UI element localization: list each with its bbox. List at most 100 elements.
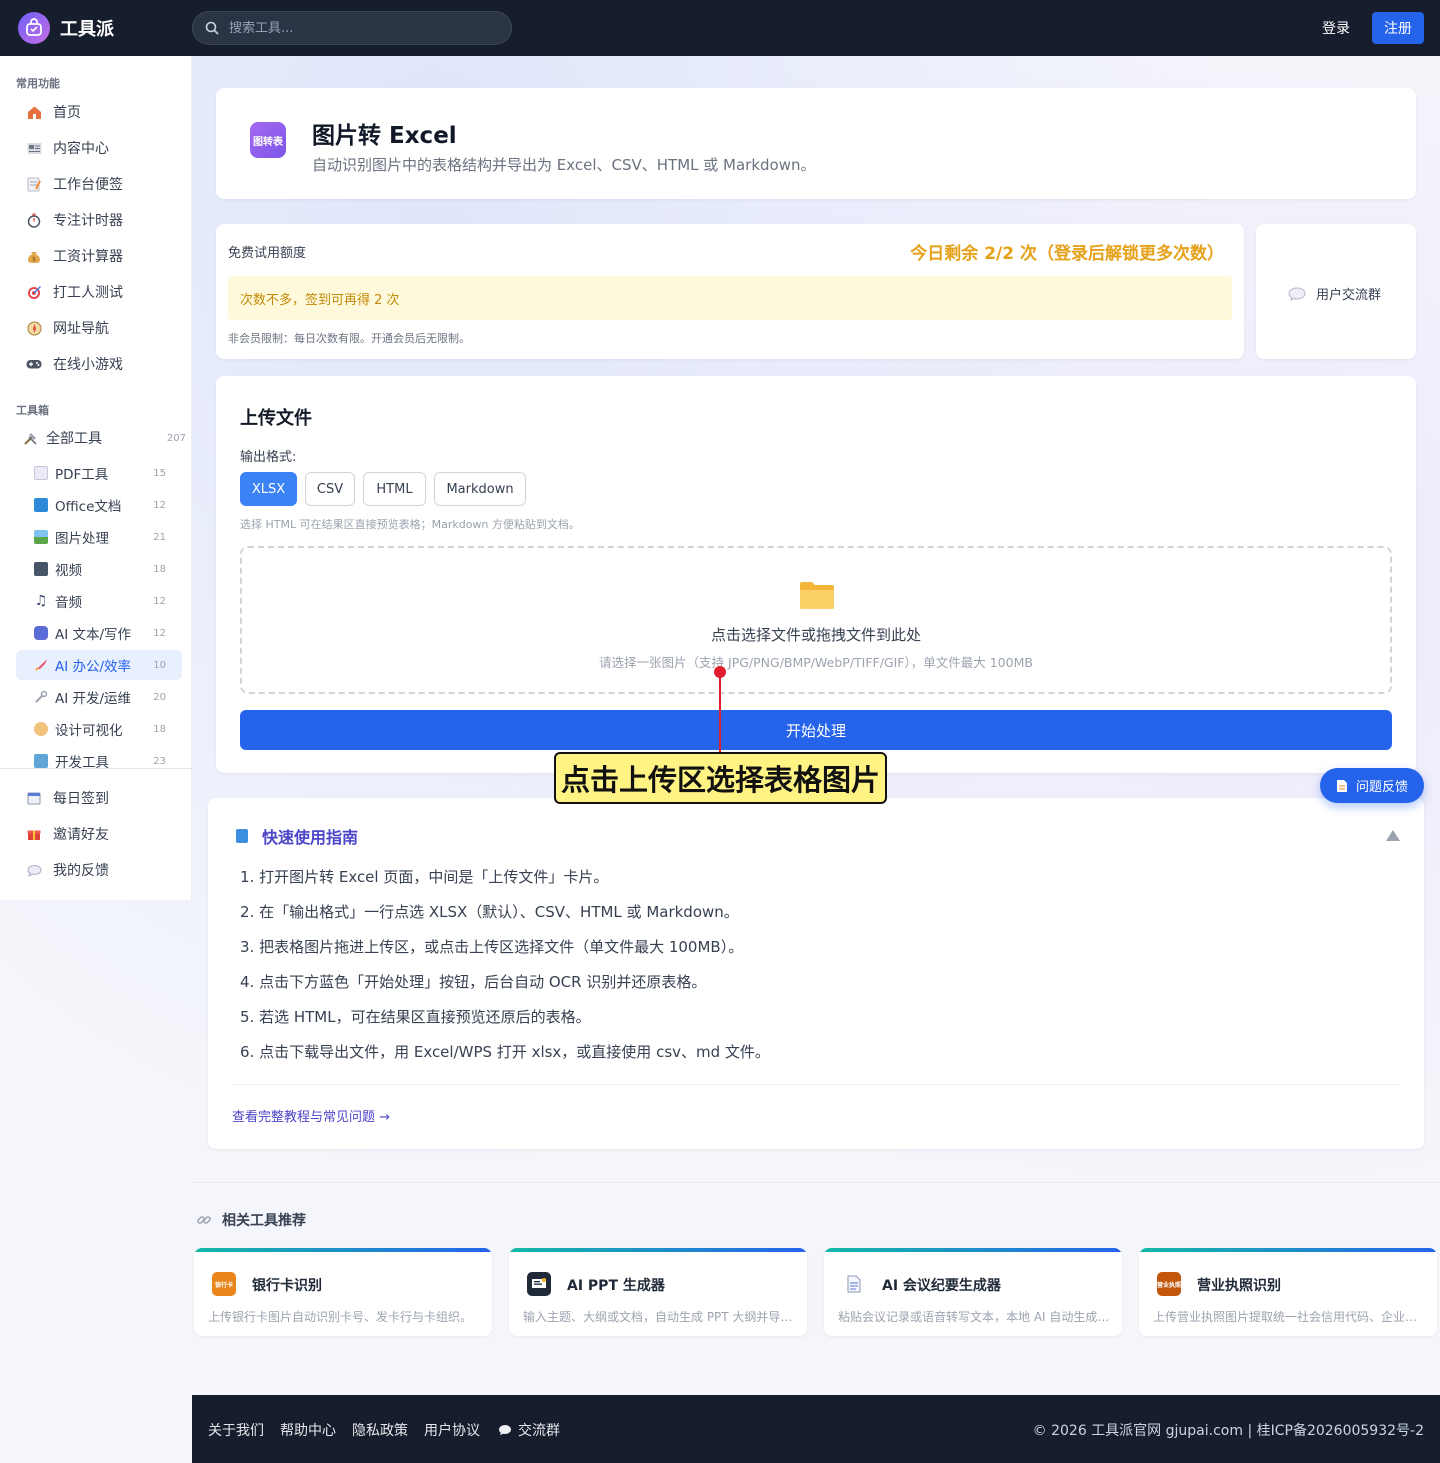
dropzone-hint: 请选择一张图片（支持 JPG/PNG/BMP/WebP/TIFF/GIF），单文… (599, 655, 1033, 670)
category-ai-office[interactable]: AI 办公/效率 10 (16, 650, 182, 680)
category-ai-dev[interactable]: AI 开发/运维 20 (16, 682, 182, 712)
search-box[interactable] (192, 11, 512, 45)
bank-card-icon: 银行卡 (212, 1272, 236, 1296)
category-count: 12 (153, 499, 166, 511)
sidebar-item-content[interactable]: 内容中心 (16, 132, 182, 164)
sidebar-item-games[interactable]: 在线小游戏 (16, 348, 182, 380)
gift-icon (26, 826, 42, 842)
category-ai-writing[interactable]: AI 文本/写作 12 (16, 618, 182, 648)
format-markdown-button[interactable]: Markdown (434, 472, 526, 506)
sidebar-section-common: 常用功能 (16, 77, 60, 90)
annotation-pointer-line (719, 672, 721, 752)
category-pdf[interactable]: PDF工具 15 (16, 458, 182, 488)
user-group-card[interactable]: 用户交流群 (1256, 224, 1416, 359)
card-accent-bar (824, 1248, 1122, 1252)
wrench-icon (34, 690, 48, 704)
category-label: 音频 (55, 595, 82, 611)
picture-icon (34, 530, 48, 544)
speech-bubble-icon (26, 862, 42, 878)
footer-copyright: © 2026 工具派官网 gjupai.com | 桂ICP备202600593… (1032, 1423, 1424, 1439)
footer-about-link[interactable]: 关于我们 (208, 1420, 264, 1440)
sidebar-item-all-tools[interactable]: 全部工具 207 (16, 422, 186, 454)
brand-name[interactable]: 工具派 (60, 15, 114, 41)
sidebar-item-timer[interactable]: 专注计时器 (16, 204, 182, 236)
pdf-icon (34, 466, 48, 480)
related-title-text: 相关工具推荐 (222, 1213, 306, 1229)
sidebar-section-toolbox: 工具箱 (16, 404, 49, 417)
footer-terms-link[interactable]: 用户协议 (424, 1420, 480, 1440)
feedback-button[interactable]: 问题反馈 (1320, 768, 1424, 803)
sidebar-item-label: 内容中心 (53, 141, 109, 157)
book-icon (34, 498, 48, 512)
start-button[interactable]: 开始处理 (240, 710, 1392, 750)
sidebar: 常用功能 首页 内容中心 工作台便签 专注计时器 $ 工资计算器 打工人测试 网址… (0, 56, 192, 900)
sidebar-item-label: 专注计时器 (53, 213, 123, 229)
collapse-arrow-icon[interactable] (1386, 830, 1400, 841)
monitor-icon (34, 754, 48, 768)
quota-warning: 次数不多，签到可再得 2 次 (228, 276, 1232, 320)
category-design[interactable]: 设计可视化 18 (16, 714, 182, 744)
related-card-business-license[interactable]: 营业执照 营业执照识别 上传营业执照图片提取统一社会信用代码、企业名称等信息。 (1139, 1248, 1437, 1336)
quota-label: 免费试用额度 (228, 246, 307, 261)
sidebar-item-home[interactable]: 首页 (16, 96, 182, 128)
category-office[interactable]: Office文档 12 (16, 490, 182, 520)
category-audio[interactable]: ♫ 音频 12 (16, 586, 182, 616)
footer-help-link[interactable]: 帮助中心 (280, 1420, 336, 1440)
logo-icon[interactable] (18, 12, 50, 44)
presentation-icon (527, 1272, 551, 1296)
stopwatch-icon (26, 212, 42, 228)
related-card-ai-ppt[interactable]: AI PPT 生成器 输入主题、大纲或文档，自动生成 PPT 大纲并导出演示文稿… (509, 1248, 807, 1336)
feedback-icon (1336, 779, 1348, 793)
sidebar-item-memo[interactable]: 工作台便签 (16, 168, 182, 200)
upload-dropzone[interactable]: 点击选择文件或拖拽文件到此处 请选择一张图片（支持 JPG/PNG/BMP/We… (240, 546, 1392, 694)
feedback-label: 问题反馈 (1355, 780, 1408, 795)
search-input[interactable] (229, 20, 489, 36)
user-group-link[interactable]: 用户交流群 (1288, 284, 1381, 303)
format-csv-button[interactable]: CSV (305, 472, 355, 506)
register-button[interactable]: 注册 (1372, 12, 1424, 44)
format-html-button[interactable]: HTML (363, 472, 426, 506)
category-video[interactable]: 视频 18 (16, 554, 182, 584)
home-icon (26, 104, 42, 120)
dropzone-main-text: 点击选择文件或拖拽文件到此处 (710, 626, 921, 644)
format-label: 输出格式: (240, 450, 297, 465)
annotation-callout: 点击上传区选择表格图片 (554, 752, 887, 804)
search-icon (205, 21, 219, 35)
sidebar-item-checkin[interactable]: 每日签到 (16, 782, 182, 814)
music-note-icon: ♫ (34, 593, 48, 609)
sidebar-item-nav[interactable]: 网址导航 (16, 312, 182, 344)
sidebar-item-feedback[interactable]: 我的反馈 (16, 854, 182, 886)
sidebar-item-label: 邀请好友 (53, 827, 109, 843)
related-title: 相关工具推荐 (196, 1210, 306, 1230)
category-count: 18 (153, 723, 166, 735)
page-title: 图片转 Excel (312, 123, 457, 149)
sidebar-item-label: 我的反馈 (53, 863, 109, 879)
category-label: Office文档 (55, 499, 122, 515)
palette-icon (34, 722, 48, 736)
sidebar-item-test[interactable]: 打工人测试 (16, 276, 182, 308)
login-link[interactable]: 登录 (1322, 18, 1350, 38)
upload-card: 上传文件 输出格式: XLSX CSV HTML Markdown 选择 HTM… (216, 376, 1416, 773)
document-icon (842, 1272, 866, 1296)
related-card-meeting-notes[interactable]: AI 会议纪要生成器 粘贴会议记录或语音转写文本，本地 AI 自动生成会议纪要。 (824, 1248, 1122, 1336)
full-tutorial-link[interactable]: 查看完整教程与常见问题 → (232, 1106, 390, 1125)
guide-title: 快速使用指南 (236, 824, 358, 848)
guide-step: 1. 打开图片转 Excel 页面，中间是「上传文件」卡片。 (240, 868, 609, 886)
sidebar-item-invite[interactable]: 邀请好友 (16, 818, 182, 850)
target-icon (26, 284, 42, 300)
category-count: 15 (153, 467, 166, 479)
related-name: 营业执照识别 (1197, 1278, 1281, 1294)
category-count: 12 (153, 595, 166, 607)
tool-header-card: 图转表 图片转 Excel 自动识别图片中的表格结构并导出为 Excel、CSV… (216, 88, 1416, 199)
sidebar-item-salary[interactable]: $ 工资计算器 (16, 240, 182, 272)
format-xlsx-button[interactable]: XLSX (240, 472, 297, 506)
footer-group-link[interactable]: 交流群 (498, 1420, 560, 1440)
category-image[interactable]: 图片处理 21 (16, 522, 182, 552)
category-devtools[interactable]: 开发工具 23 (16, 746, 182, 776)
section-divider (192, 1182, 1440, 1183)
related-card-bank-card[interactable]: 银行卡 银行卡识别 上传银行卡图片自动识别卡号、发卡行与卡组织。 (194, 1248, 492, 1336)
sidebar-item-label: 首页 (53, 105, 81, 121)
footer: 关于我们 帮助中心 隐私政策 用户协议 交流群 © 2026 工具派官网 gju… (192, 1395, 1440, 1463)
category-count: 20 (153, 691, 166, 703)
footer-privacy-link[interactable]: 隐私政策 (352, 1420, 408, 1440)
